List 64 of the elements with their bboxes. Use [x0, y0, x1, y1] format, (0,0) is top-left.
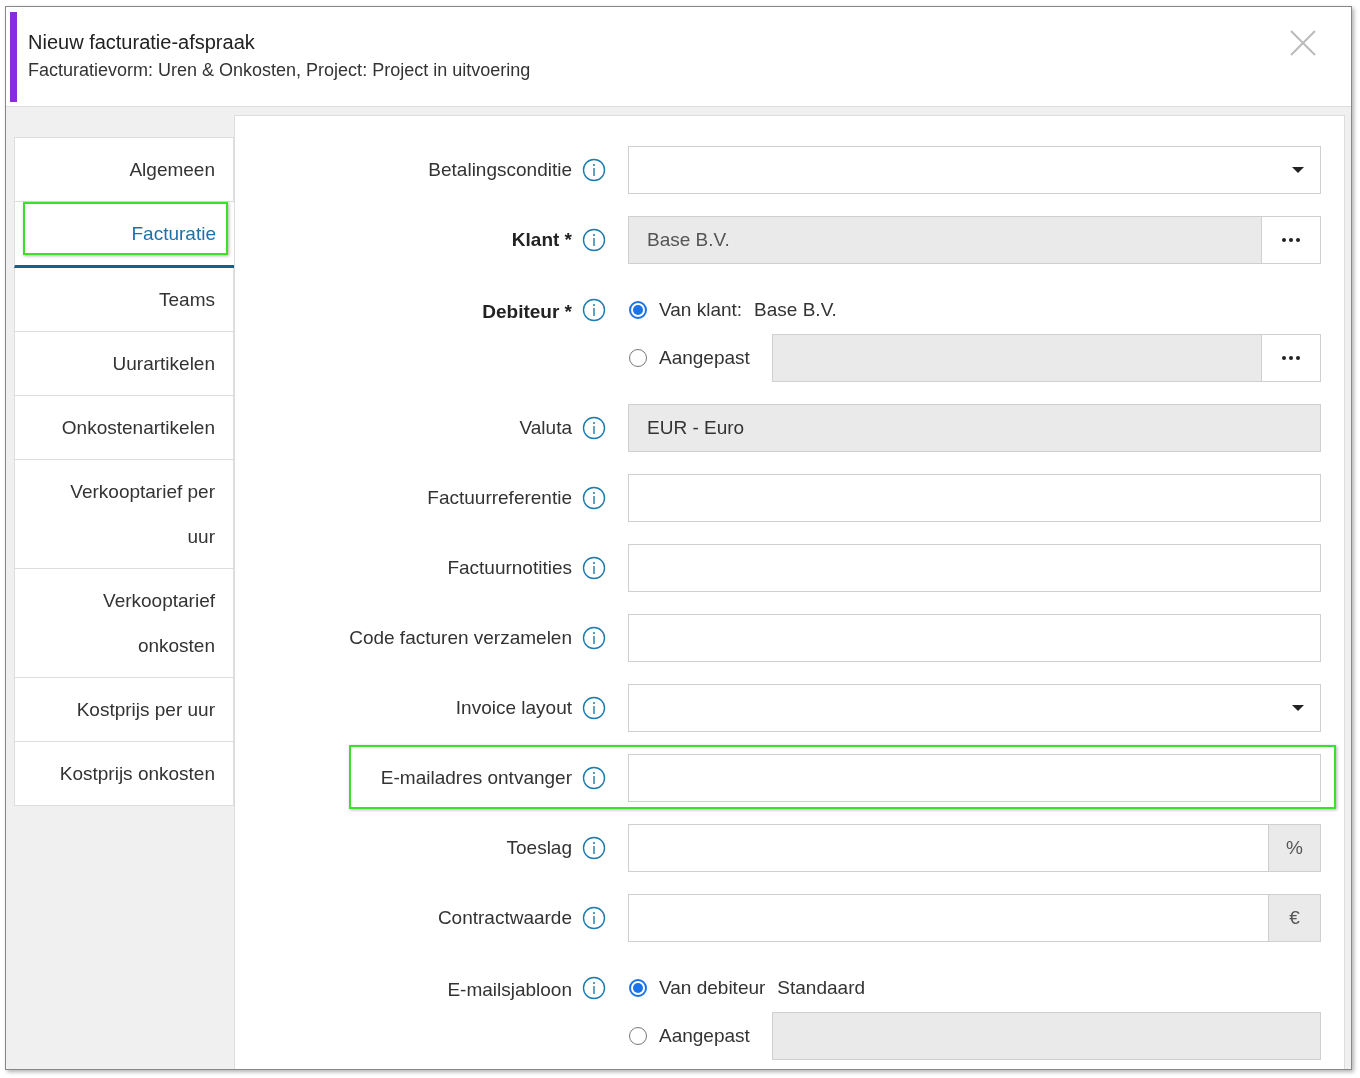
info-icon[interactable] — [582, 836, 606, 860]
field-value: Base B.V. — [646, 227, 731, 252]
radio-button[interactable] — [629, 301, 647, 319]
sidebar-tab[interactable]: Kostprijs per uur — [14, 678, 234, 742]
field-label: Code facturen verzamelen — [349, 625, 572, 650]
radio-button[interactable] — [629, 979, 647, 997]
field-label: Klant * — [511, 227, 572, 252]
input-field[interactable] — [628, 544, 1321, 592]
field-label: Invoice layout — [455, 695, 572, 720]
radio-label[interactable]: Van debiteur — [659, 973, 766, 1003]
input-field[interactable] — [628, 474, 1321, 522]
radio-button[interactable] — [629, 1027, 647, 1045]
radio-button[interactable] — [629, 349, 647, 367]
sidebar-tab[interactable]: Algemeen — [14, 137, 234, 202]
sidebar-tab[interactable]: Verkooptarief per uur — [14, 460, 234, 569]
sidebar-tab[interactable]: Facturatie — [14, 202, 234, 268]
radio-label[interactable]: Aangepast — [659, 343, 750, 373]
dialog-subtitle: Facturatievorm: Uren & Onkosten, Project: Project in uitvoering — [28, 59, 531, 81]
info-icon[interactable] — [582, 766, 606, 790]
lookup-field[interactable]: Base B.V. — [628, 216, 1321, 264]
input-field[interactable]: € — [628, 894, 1321, 942]
radio-detail: Standaard — [777, 975, 866, 1000]
field-label: Valuta — [519, 415, 572, 440]
input-field[interactable] — [628, 754, 1321, 802]
info-icon[interactable] — [582, 486, 606, 510]
radio-detail: Base B.V. — [754, 297, 837, 322]
unit-addon: % — [1268, 825, 1320, 871]
info-icon[interactable] — [582, 416, 606, 440]
field-label: Factuurreferentie — [427, 485, 572, 510]
field-label: E-mailsjabloon — [447, 978, 572, 1002]
info-icon[interactable] — [582, 626, 606, 650]
info-icon[interactable] — [582, 906, 606, 930]
input-field[interactable] — [628, 614, 1321, 662]
field-label: E-mailadres ontvanger — [380, 765, 572, 790]
caret-icon — [1292, 167, 1304, 173]
close-icon — [1290, 30, 1316, 56]
info-icon[interactable] — [582, 298, 606, 322]
field-label: Debiteur * — [482, 300, 572, 324]
field-label: Toeslag — [506, 835, 572, 860]
ellipsis-icon — [1282, 238, 1300, 242]
field-label: Factuurnotities — [447, 555, 572, 580]
dialog-title: Nieuw facturatie-afspraak — [28, 30, 256, 54]
sidebar-tab[interactable]: Kostprijs onkosten — [14, 742, 234, 806]
info-icon[interactable] — [582, 158, 606, 182]
unit-addon: € — [1268, 895, 1320, 941]
readonly-field: EUR - Euro — [628, 404, 1321, 452]
caret-icon — [1292, 705, 1304, 711]
radio-label[interactable]: Aangepast — [659, 1021, 750, 1051]
info-icon[interactable] — [582, 556, 606, 580]
info-icon[interactable] — [582, 696, 606, 720]
ellipsis-icon — [1282, 356, 1300, 360]
lookup-field[interactable] — [771, 334, 1321, 382]
field-label: Betalingsconditie — [428, 157, 572, 182]
sidebar-tab[interactable]: Onkostenartikelen — [14, 396, 234, 460]
sidebar-tab[interactable]: Teams — [14, 268, 234, 332]
field-label: Contractwaarde — [437, 905, 572, 930]
sidebar-tab[interactable]: Verkooptarief onkosten — [14, 569, 234, 678]
radio-label[interactable]: Van klant: — [659, 295, 743, 325]
dropdown-field[interactable] — [628, 146, 1321, 194]
dropdown-field[interactable] — [628, 684, 1321, 732]
input-field[interactable]: % — [628, 824, 1321, 872]
info-icon[interactable] — [582, 976, 606, 1000]
info-icon[interactable] — [582, 228, 606, 252]
sidebar-tab[interactable]: Uurartikelen — [14, 332, 234, 396]
